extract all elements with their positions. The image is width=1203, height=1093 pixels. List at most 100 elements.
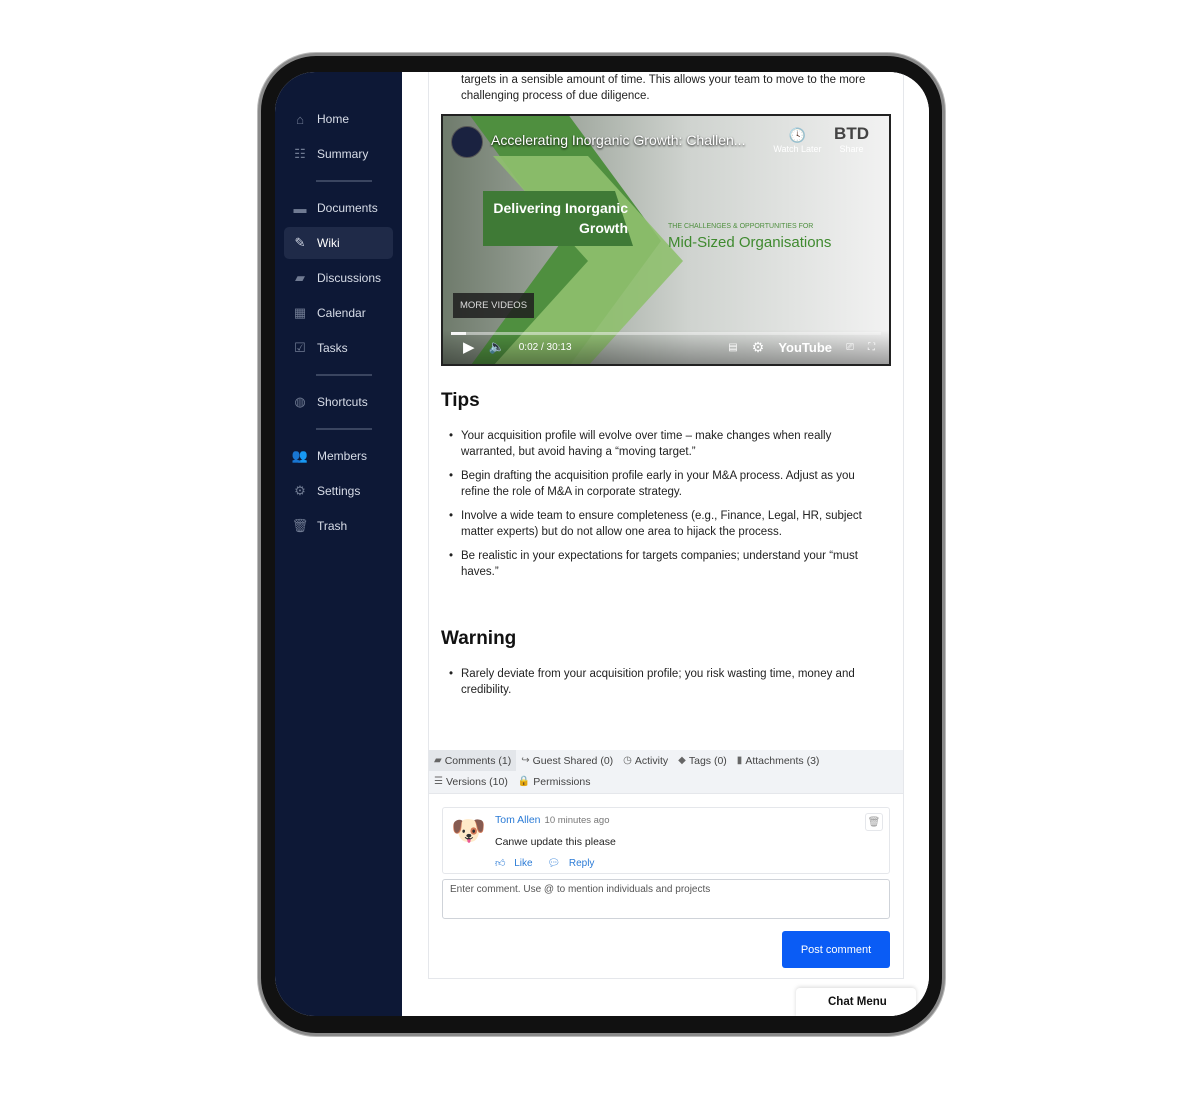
tab-label: Comments (1)	[444, 754, 512, 767]
warning-heading: Warning	[441, 628, 517, 649]
sidebar-item-label: Tasks	[317, 341, 348, 355]
folder-icon: ▬	[293, 200, 307, 216]
comment-author[interactable]: Tom Allen	[495, 814, 541, 826]
sidebar-item-home[interactable]: ⌂ Home	[284, 103, 393, 135]
list-item: Your acquisition profile will evolve ove…	[449, 428, 879, 460]
tips-list: Your acquisition profile will evolve ove…	[449, 428, 879, 588]
users-icon: 👥	[291, 448, 309, 463]
avatar: 🐶	[451, 815, 486, 846]
warning-list: Rarely deviate from your acquisition pro…	[449, 666, 879, 706]
sidebar-item-settings[interactable]: ⚙ Settings	[284, 475, 393, 507]
trash-icon: 🗑	[867, 817, 881, 828]
channel-logo[interactable]	[451, 126, 483, 158]
sidebar-item-label: Home	[317, 112, 350, 126]
more-videos-button[interactable]: MORE VIDEOS	[453, 293, 535, 318]
sidebar: ⌂ Home ☷ Summary ▬ Documents ✎ Wiki ▰ Discuss…	[275, 72, 402, 1016]
sidebar-item-label: Wiki	[317, 236, 340, 250]
trash-icon: 🗑	[291, 518, 309, 533]
like-label: Like	[514, 858, 533, 869]
watch-later-label: Watch Later	[773, 144, 822, 154]
sidebar-item-trash[interactable]: 🗑 Trash	[284, 510, 393, 542]
tag-icon: ◆	[678, 755, 686, 766]
reply-label: Reply	[568, 858, 595, 869]
comment-item: 🐶 Tom Allen 10 minutes ago Canwe update t…	[442, 807, 890, 874]
sidebar-item-label: Documents	[317, 201, 378, 215]
sidebar-item-calendar[interactable]: ▦ Calendar	[284, 297, 393, 329]
thumbs-up-icon: 👍︎	[495, 858, 506, 869]
play-icon[interactable]: ▶	[463, 338, 475, 356]
slide-main-text: Mid-Sized Organisations	[668, 234, 832, 251]
sidebar-item-tasks[interactable]: ☑ Tasks	[284, 332, 393, 364]
list-item: Begin drafting the acquisition profile e…	[449, 468, 879, 500]
sidebar-item-label: Calendar	[317, 306, 366, 320]
clock-icon: 🕓	[788, 127, 807, 143]
youtube-logo[interactable]: YouTube	[778, 340, 832, 355]
delete-comment-button[interactable]: 🗑	[865, 813, 883, 831]
comment-header: Tom Allen 10 minutes ago	[495, 814, 610, 826]
gear-icon: ⚙	[294, 483, 306, 498]
divider	[316, 180, 372, 182]
wiki-page: targets in a sensible amount of time. Th…	[428, 72, 904, 979]
sidebar-item-discussions[interactable]: ▰ Discussions	[284, 262, 393, 294]
tab-label: Permissions	[533, 775, 591, 788]
video-title[interactable]: Accelerating Inorganic Growth: Challen..…	[491, 132, 745, 148]
sidebar-item-shortcuts[interactable]: ◍ Shortcuts	[284, 386, 393, 418]
tab-label: Activity	[634, 754, 669, 767]
comment-icon: ▰	[434, 755, 442, 766]
share-button[interactable]: BTD Share	[834, 124, 869, 154]
sidebar-item-label: Settings	[317, 484, 361, 498]
main-content: targets in a sensible amount of time. Th…	[402, 72, 929, 1016]
tab-guest-shared[interactable]: ↪ Guest Shared (0)	[516, 750, 618, 771]
video-controls: ▶ 🔈 0:02 / 30:13 ▤ ⚙ YouTube ⎚ ⛶	[443, 330, 889, 364]
sidebar-item-members[interactable]: 👥 Members	[284, 440, 393, 472]
intro-text: targets in a sensible amount of time. Th…	[461, 74, 866, 102]
video-time: 0:02 / 30:13	[518, 341, 572, 353]
list-item: Rarely deviate from your acquisition pro…	[449, 666, 879, 698]
tips-heading: Tips	[441, 390, 480, 411]
tab-attachments[interactable]: ▮ Attachments (3)	[732, 750, 825, 771]
page-tabs: ▰ Comments (1) ↪ Guest Shared (0) ◷ Activit…	[429, 750, 903, 794]
sidebar-item-wiki[interactable]: ✎ Wiki	[284, 227, 393, 259]
tab-label: Attachments (3)	[745, 754, 820, 767]
sidebar-item-label: Shortcuts	[317, 395, 368, 409]
speech-bubble-icon: 💬︎	[547, 858, 561, 869]
post-comment-button[interactable]: Post comment	[782, 931, 890, 968]
tab-label: Versions (10)	[445, 775, 508, 788]
tab-versions[interactable]: ☰ Versions (10)	[429, 771, 513, 792]
tab-activity[interactable]: ◷ Activity	[618, 750, 673, 771]
comment-text: Canwe update this please	[495, 836, 616, 848]
tab-comments[interactable]: ▰ Comments (1)	[429, 750, 517, 771]
share-icon: ↪	[521, 755, 530, 766]
tab-permissions[interactable]: 🔒 Permissions	[513, 771, 596, 792]
sidebar-item-label: Trash	[317, 519, 348, 533]
calendar-icon: ▦	[293, 305, 307, 320]
tab-tags[interactable]: ◆ Tags (0)	[673, 750, 732, 771]
divider	[316, 374, 372, 376]
video-top-actions: 🕓 Watch Later BTD Share	[773, 124, 869, 154]
list-icon: ☰	[434, 776, 443, 787]
sidebar-item-label: Discussions	[317, 271, 382, 285]
share-label: Share	[839, 144, 864, 154]
globe-icon: ◍	[294, 394, 306, 409]
sidebar-item-summary[interactable]: ☷ Summary	[284, 138, 393, 170]
captions-icon[interactable]: ▤	[728, 342, 737, 353]
video-player[interactable]: Accelerating Inorganic Growth: Challen..…	[441, 114, 891, 366]
watch-later-button[interactable]: 🕓 Watch Later	[773, 127, 821, 154]
comment-input[interactable]: Enter comment. Use @ to mention individu…	[442, 879, 890, 919]
like-button[interactable]: 👍︎ Like	[495, 858, 539, 869]
settings-icon[interactable]: ⚙	[752, 339, 765, 356]
summary-icon: ☷	[294, 146, 306, 161]
reply-button[interactable]: 💬︎ Reply	[547, 858, 600, 869]
comment-actions: 👍︎ Like 💬︎ Reply	[495, 857, 606, 869]
sidebar-item-documents[interactable]: ▬ Documents	[284, 192, 393, 224]
sidebar-item-label: Summary	[317, 147, 369, 161]
tab-label: Tags (0)	[688, 754, 727, 767]
cast-icon[interactable]: ⎚	[846, 342, 854, 353]
list-item: Involve a wide team to ensure completene…	[449, 508, 879, 540]
chat-icon: ▰	[295, 270, 305, 285]
clock-icon: ◷	[623, 755, 632, 766]
lock-icon: 🔒	[517, 776, 531, 787]
volume-icon[interactable]: 🔈	[489, 339, 505, 355]
fullscreen-icon[interactable]: ⛶	[868, 342, 875, 353]
chat-menu-button[interactable]: Chat Menu	[796, 988, 916, 1016]
